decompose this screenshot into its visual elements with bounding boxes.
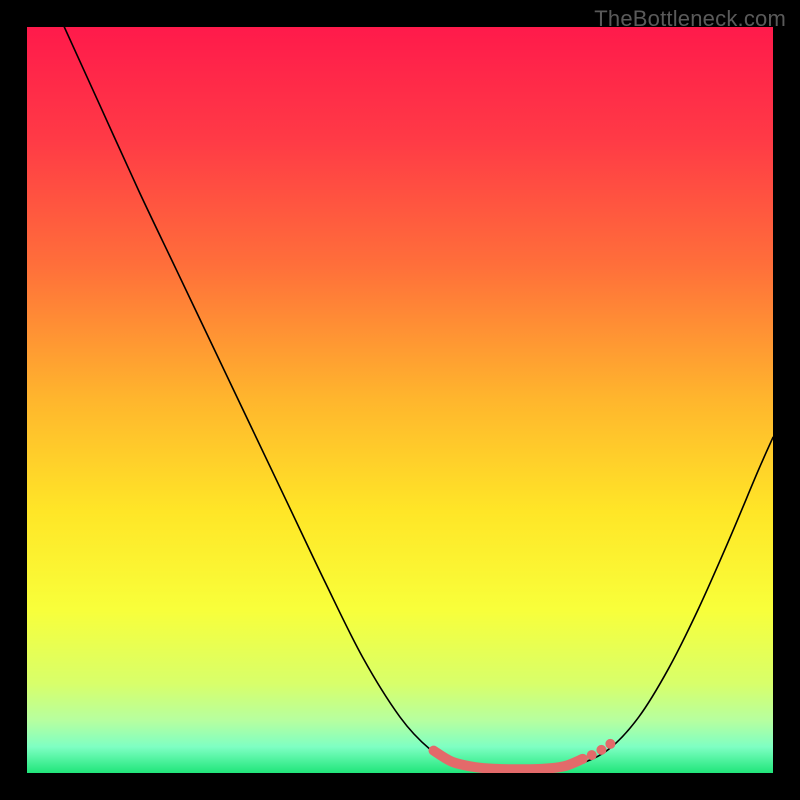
chart-frame: TheBottleneck.com — [0, 0, 800, 800]
highlight-dot — [596, 745, 606, 755]
highlight-dot — [587, 750, 597, 760]
bottleneck-chart — [27, 27, 773, 773]
plot-area — [27, 27, 773, 773]
gradient-background — [27, 27, 773, 773]
highlight-dot — [605, 739, 615, 749]
